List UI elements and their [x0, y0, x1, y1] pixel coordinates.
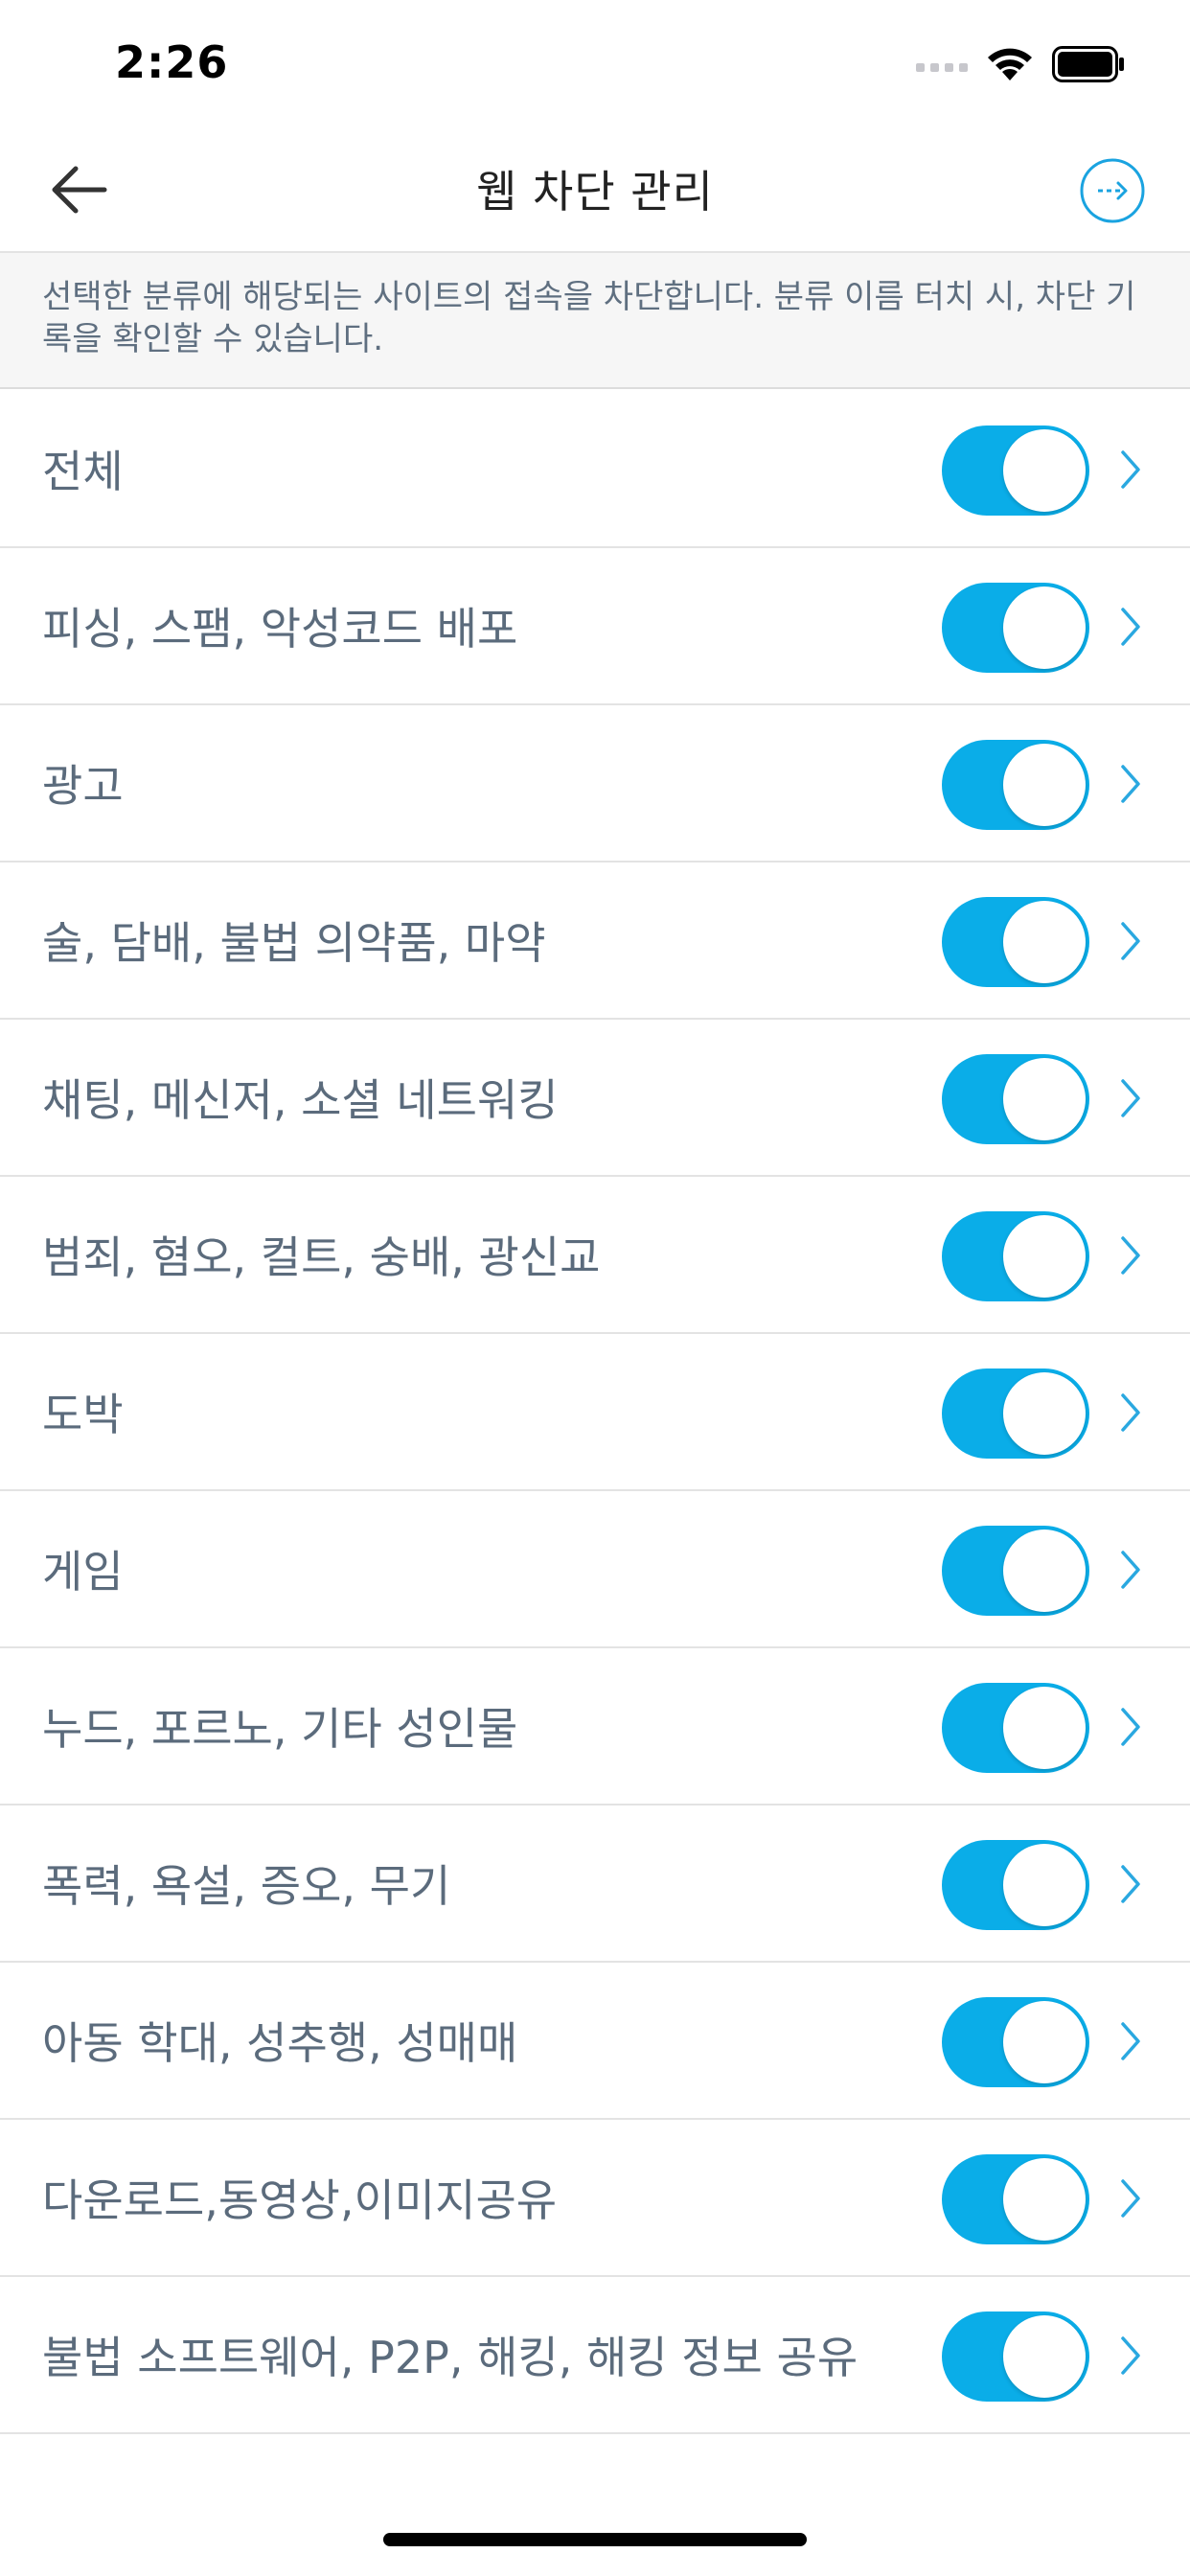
category-toggle[interactable] [942, 1368, 1089, 1459]
category-toggle[interactable] [942, 1526, 1089, 1616]
category-toggle[interactable] [942, 1211, 1089, 1301]
category-toggle[interactable] [942, 426, 1089, 516]
chevron-right-icon[interactable] [1117, 1075, 1144, 1121]
category-label[interactable]: 다운로드,동영상,이미지공유 [42, 2166, 557, 2229]
category-row[interactable]: 범죄, 혐오, 컬트, 숭배, 광신교 [0, 1177, 1190, 1334]
description-text: 선택한 분류에 해당되는 사이트의 접속을 차단합니다. 분류 이름 터치 시,… [0, 253, 1190, 389]
category-row[interactable]: 전체 [0, 391, 1190, 548]
category-label[interactable]: 전체 [42, 437, 124, 500]
category-label[interactable]: 술, 담배, 불법 의약품, 마약 [42, 908, 546, 972]
category-label[interactable]: 채팅, 메신저, 소셜 네트워킹 [42, 1066, 559, 1129]
chevron-right-icon[interactable] [1117, 1704, 1144, 1750]
chevron-right-icon[interactable] [1117, 1232, 1144, 1278]
toggle-knob [1003, 1215, 1086, 1298]
category-toggle[interactable] [942, 740, 1089, 830]
toggle-knob [1003, 1058, 1086, 1140]
toggle-knob [1003, 1844, 1086, 1926]
battery-icon [1052, 46, 1124, 82]
cellular-signal-icon [916, 63, 968, 72]
category-row[interactable]: 아동 학대, 성추행, 성매매 [0, 1963, 1190, 2120]
category-label[interactable]: 피싱, 스팸, 악성코드 배포 [42, 594, 517, 657]
category-toggle[interactable] [942, 1683, 1089, 1773]
category-label[interactable]: 범죄, 혐오, 컬트, 숭배, 광신교 [42, 1223, 601, 1286]
toggle-knob [1003, 2158, 1086, 2241]
toggle-knob [1003, 2001, 1086, 2083]
status-time: 2:26 [115, 36, 229, 88]
category-label[interactable]: 도박 [42, 1380, 124, 1443]
wifi-icon [988, 48, 1032, 80]
category-list: 전체피싱, 스팸, 악성코드 배포광고술, 담배, 불법 의약품, 마약채팅, … [0, 391, 1190, 2434]
page-title: 웹 차단 관리 [476, 166, 714, 218]
chevron-right-icon[interactable] [1117, 604, 1144, 650]
chevron-right-icon[interactable] [1117, 918, 1144, 964]
toggle-knob [1003, 429, 1086, 512]
chevron-right-icon[interactable] [1117, 1861, 1144, 1907]
exit-arrow-button[interactable] [1079, 157, 1146, 224]
category-row[interactable]: 술, 담배, 불법 의약품, 마약 [0, 862, 1190, 1020]
navigation-bar: 웹 차단 관리 [0, 128, 1190, 253]
category-row[interactable]: 누드, 포르노, 기타 성인물 [0, 1648, 1190, 1806]
status-bar: 2:26 [0, 0, 1190, 128]
home-indicator[interactable] [383, 2533, 807, 2546]
category-toggle[interactable] [942, 2312, 1089, 2402]
category-toggle[interactable] [942, 1997, 1089, 2087]
toggle-knob [1003, 1530, 1086, 1612]
category-row[interactable]: 도박 [0, 1334, 1190, 1491]
category-label[interactable]: 누드, 포르노, 기타 성인물 [42, 1694, 517, 1758]
category-toggle[interactable] [942, 1840, 1089, 1930]
chevron-right-icon[interactable] [1117, 2018, 1144, 2064]
category-toggle[interactable] [942, 1054, 1089, 1144]
toggle-knob [1003, 901, 1086, 983]
toggle-knob [1003, 1687, 1086, 1769]
category-row[interactable]: 폭력, 욕설, 증오, 무기 [0, 1806, 1190, 1963]
chevron-right-icon[interactable] [1117, 447, 1144, 493]
category-toggle[interactable] [942, 583, 1089, 673]
category-row[interactable]: 피싱, 스팸, 악성코드 배포 [0, 548, 1190, 705]
category-label[interactable]: 게임 [42, 1537, 124, 1600]
category-label[interactable]: 아동 학대, 성추행, 성매매 [42, 2009, 517, 2072]
category-row[interactable]: 게임 [0, 1491, 1190, 1648]
category-row[interactable]: 광고 [0, 705, 1190, 862]
category-label[interactable]: 광고 [42, 751, 124, 815]
category-toggle[interactable] [942, 2154, 1089, 2244]
chevron-right-icon[interactable] [1117, 2175, 1144, 2221]
chevron-right-icon[interactable] [1117, 1390, 1144, 1436]
chevron-right-icon[interactable] [1117, 761, 1144, 807]
category-toggle[interactable] [942, 897, 1089, 987]
toggle-knob [1003, 744, 1086, 826]
category-row[interactable]: 다운로드,동영상,이미지공유 [0, 2120, 1190, 2277]
toggle-knob [1003, 586, 1086, 669]
chevron-right-icon[interactable] [1117, 1547, 1144, 1593]
toggle-knob [1003, 1372, 1086, 1455]
category-label[interactable]: 불법 소프트웨어, P2P, 해킹, 해킹 정보 공유 [42, 2323, 858, 2386]
category-label[interactable]: 폭력, 욕설, 증오, 무기 [42, 1852, 450, 1915]
category-row[interactable]: 불법 소프트웨어, P2P, 해킹, 해킹 정보 공유 [0, 2277, 1190, 2434]
toggle-knob [1003, 2315, 1086, 2398]
category-row[interactable]: 채팅, 메신저, 소셜 네트워킹 [0, 1020, 1190, 1177]
chevron-right-icon[interactable] [1117, 2333, 1144, 2379]
